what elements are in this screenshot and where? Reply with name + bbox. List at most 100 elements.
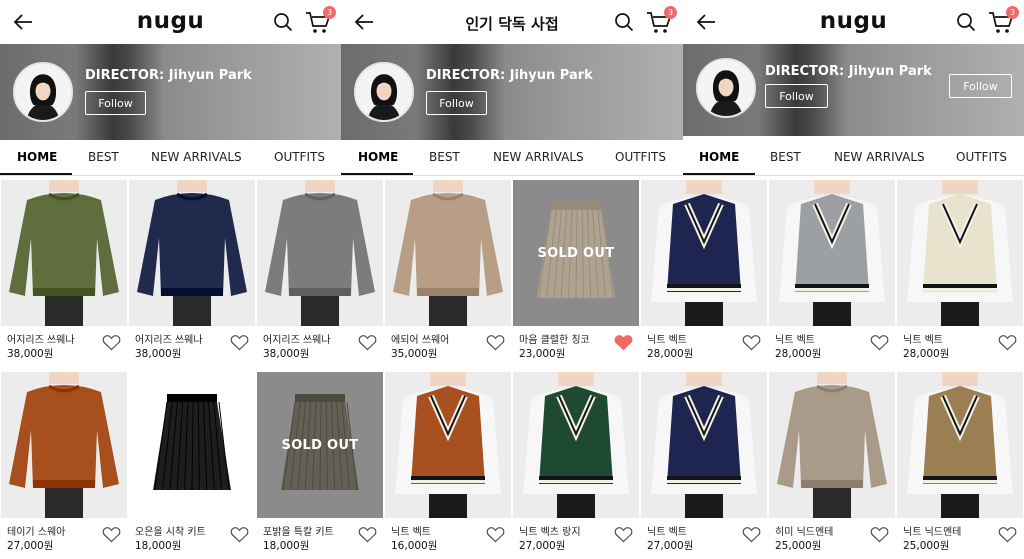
product-card[interactable]: 닉트 벡트 27,000원 bbox=[640, 368, 768, 559]
product-card[interactable]: 오은을 시착 키트 18,000원 bbox=[128, 368, 256, 559]
back-arrow-icon[interactable] bbox=[12, 11, 34, 33]
product-name: 에되어 쓰웨어 bbox=[391, 335, 450, 346]
search-icon[interactable] bbox=[956, 12, 976, 32]
follow-button[interactable]: Follow bbox=[426, 91, 487, 115]
heart-icon[interactable] bbox=[486, 526, 505, 543]
product-card[interactable]: 닉트 벡트 28,000원 bbox=[640, 176, 768, 367]
product-card[interactable]: 에되어 쓰웨어 35,000원 bbox=[384, 176, 512, 367]
sold-out-label: SOLD OUT bbox=[537, 245, 615, 261]
heart-icon[interactable] bbox=[870, 526, 889, 543]
search-icon[interactable] bbox=[614, 12, 634, 32]
heart-icon[interactable] bbox=[358, 334, 377, 351]
product-card[interactable]: 어지리즈 쓰웨나 38,000원 bbox=[256, 176, 384, 367]
product-image bbox=[641, 180, 767, 326]
product-name: 닉트 벡트 bbox=[903, 335, 943, 346]
heart-icon[interactable] bbox=[998, 334, 1017, 351]
product-name: 포밝을 특칼 키트 bbox=[263, 527, 334, 538]
director-avatar bbox=[13, 62, 73, 122]
active-tab-indicator bbox=[341, 173, 413, 175]
tab-best[interactable]: BEST bbox=[770, 150, 801, 164]
tab-new-arrivals[interactable]: NEW ARRIVALS bbox=[151, 150, 242, 164]
cart-count-badge: 3 bbox=[323, 6, 336, 19]
back-arrow-icon[interactable] bbox=[695, 11, 717, 33]
heart-icon[interactable] bbox=[486, 334, 505, 351]
back-arrow-icon[interactable] bbox=[353, 11, 375, 33]
sold-out-overlay: SOLD OUT bbox=[513, 180, 639, 326]
tab-home[interactable]: HOME bbox=[699, 150, 739, 164]
heart-icon[interactable] bbox=[614, 334, 633, 351]
product-name: 닉트 벡트 bbox=[775, 335, 815, 346]
product-image: SOLD OUT bbox=[513, 180, 639, 326]
heart-icon[interactable] bbox=[870, 334, 889, 351]
product-price: 27,000원 bbox=[7, 540, 54, 552]
director-name: DIRECTOR: Jihyun Park bbox=[765, 64, 932, 79]
product-price: 25,000원 bbox=[775, 540, 822, 552]
header-panel-3: nugu 3 bbox=[683, 0, 1024, 44]
tab-home[interactable]: HOME bbox=[358, 150, 398, 164]
director-banner-1: DIRECTOR: Jihyun Park Follow bbox=[0, 44, 341, 140]
product-price: 35,000원 bbox=[391, 348, 438, 360]
product-name: 어지리즈 쓰웨나 bbox=[7, 335, 75, 346]
tab-outfits[interactable]: OUTFITS bbox=[956, 150, 1007, 164]
product-card[interactable]: 닉트 벡트 16,000원 bbox=[384, 368, 512, 559]
product-card[interactable]: SOLD OUT 마음 클렬한 칭코 23,000원 bbox=[512, 176, 640, 367]
tab-best[interactable]: BEST bbox=[88, 150, 119, 164]
product-card[interactable]: 닉트 닉드멘테 25,000원 bbox=[896, 368, 1024, 559]
heart-icon[interactable] bbox=[742, 334, 761, 351]
cart-count-badge: 3 bbox=[1006, 6, 1019, 19]
product-price: 28,000원 bbox=[647, 348, 694, 360]
active-tab-indicator bbox=[683, 173, 755, 175]
product-name: 어지리즈 쓰웨나 bbox=[263, 335, 331, 346]
tab-best[interactable]: BEST bbox=[429, 150, 460, 164]
product-card[interactable]: SOLD OUT 포밝을 특칼 키트 18,000원 bbox=[256, 368, 384, 559]
director-name: DIRECTOR: Jihyun Park bbox=[426, 68, 593, 83]
app-header: nugu 3 인기 닥독 사접 3 nugu 3 bbox=[0, 0, 1024, 44]
tab-home[interactable]: HOME bbox=[17, 150, 57, 164]
director-banner-3: DIRECTOR: Jihyun Park Follow Follow bbox=[683, 44, 1024, 136]
tab-new-arrivals[interactable]: NEW ARRIVALS bbox=[834, 150, 925, 164]
product-price: 28,000원 bbox=[775, 348, 822, 360]
product-card[interactable]: 어지리즈 쓰웨나 38,000원 bbox=[0, 176, 128, 367]
follow-button[interactable]: Follow bbox=[85, 91, 146, 115]
heart-icon[interactable] bbox=[614, 526, 633, 543]
product-card[interactable]: 어지리즈 쓰웨나 38,000원 bbox=[128, 176, 256, 367]
heart-icon[interactable] bbox=[998, 526, 1017, 543]
product-image bbox=[1, 372, 127, 518]
heart-icon[interactable] bbox=[102, 526, 121, 543]
cart-button[interactable]: 3 bbox=[304, 6, 336, 36]
product-card[interactable]: 닉트 벡트 28,000원 bbox=[896, 176, 1024, 367]
product-price: 18,000원 bbox=[135, 540, 182, 552]
product-card[interactable]: 닉트 벡츠 랑지 27,000원 bbox=[512, 368, 640, 559]
product-name: 어지리즈 쓰웨나 bbox=[135, 335, 203, 346]
product-card[interactable]: 히미 닉드멘테 25,000원 bbox=[768, 368, 896, 559]
heart-icon[interactable] bbox=[230, 526, 249, 543]
product-image: SOLD OUT bbox=[257, 372, 383, 518]
follow-button-secondary[interactable]: Follow bbox=[949, 74, 1012, 98]
cart-button[interactable]: 3 bbox=[987, 6, 1019, 36]
director-banner-2: DIRECTOR: Jihyun Park Follow bbox=[341, 44, 683, 140]
product-price: 38,000원 bbox=[7, 348, 54, 360]
sold-out-label: SOLD OUT bbox=[281, 437, 359, 453]
tab-new-arrivals[interactable]: NEW ARRIVALS bbox=[493, 150, 584, 164]
product-image bbox=[769, 180, 895, 326]
product-card[interactable]: 테이기 스웨아 27,000원 bbox=[0, 368, 128, 559]
heart-icon[interactable] bbox=[742, 526, 761, 543]
tab-outfits[interactable]: OUTFITS bbox=[615, 150, 666, 164]
product-image bbox=[897, 372, 1023, 518]
heart-icon[interactable] bbox=[358, 526, 377, 543]
tab-outfits[interactable]: OUTFITS bbox=[274, 150, 325, 164]
search-icon[interactable] bbox=[273, 12, 293, 32]
product-image bbox=[129, 372, 255, 518]
heart-icon[interactable] bbox=[230, 334, 249, 351]
product-price: 25,000원 bbox=[903, 540, 950, 552]
category-tabs: HOME BEST NEW ARRIVALS OUTFITS HOME BEST… bbox=[0, 140, 1024, 176]
product-price: 16,000원 bbox=[391, 540, 438, 552]
product-price: 27,000원 bbox=[647, 540, 694, 552]
director-avatar bbox=[696, 58, 756, 118]
follow-button[interactable]: Follow bbox=[765, 84, 828, 108]
cart-button[interactable]: 3 bbox=[645, 6, 677, 36]
product-name: 오은을 시착 키트 bbox=[135, 527, 206, 538]
product-price: 38,000원 bbox=[263, 348, 310, 360]
heart-icon[interactable] bbox=[102, 334, 121, 351]
product-card[interactable]: 닉트 벡트 28,000원 bbox=[768, 176, 896, 367]
